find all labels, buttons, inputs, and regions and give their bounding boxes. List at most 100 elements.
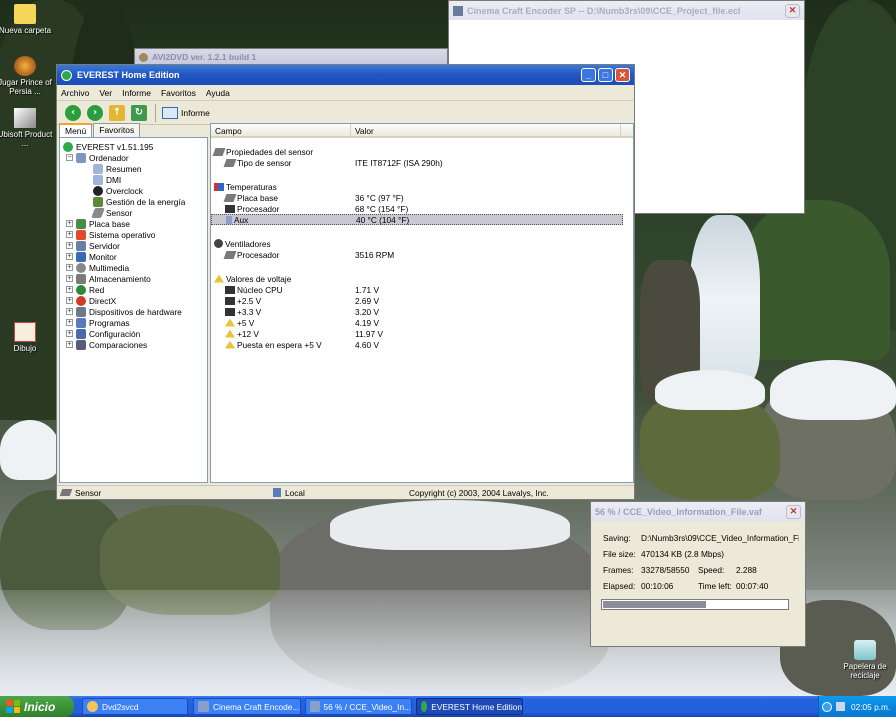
tree-item-comparaciones[interactable]: + Comparaciones xyxy=(66,339,147,350)
desktop-icon-prince-of-persia[interactable]: Jugar Prince of Persia ... xyxy=(0,56,54,96)
thermometer-icon xyxy=(214,182,224,191)
everest-icon xyxy=(63,141,73,152)
cce-close-button[interactable]: ✕ xyxy=(785,3,800,18)
expand-icon[interactable]: + xyxy=(66,286,73,293)
forward-icon[interactable]: › xyxy=(87,104,103,121)
tree-item-servidor[interactable]: + Servidor xyxy=(66,240,120,251)
tree-item-multimedia[interactable]: + Multimedia xyxy=(66,262,129,273)
voltage-warning-icon xyxy=(225,329,235,338)
expand-icon[interactable]: + xyxy=(66,253,73,260)
everest-icon xyxy=(421,701,428,712)
expand-icon[interactable]: + xyxy=(66,231,73,238)
desktop-icon-dibujo[interactable]: Dibujo xyxy=(0,322,54,353)
menu-ver[interactable]: Ver xyxy=(99,88,112,98)
tree-item-root[interactable]: EVEREST v1.51.195 xyxy=(63,141,153,152)
tree-item-dispositivos[interactable]: + Dispositivos de hardware xyxy=(66,306,182,317)
tree-view[interactable]: EVEREST v1.51.195 − Ordenador Resumen DM… xyxy=(59,137,208,483)
menu-informe[interactable]: Informe xyxy=(122,88,151,98)
taskbar-button-progress[interactable]: 56 % / CCE_Video_In... xyxy=(305,698,412,715)
cpu-icon xyxy=(223,250,237,259)
statusbar: Sensor Local Copyright (c) 2003, 2004 La… xyxy=(57,485,634,499)
minimize-button[interactable]: _ xyxy=(581,68,596,82)
encode-progress-window[interactable]: 56 % / CCE_Video_Information_File.vaf ✕ … xyxy=(590,501,806,647)
folder-icon xyxy=(14,4,36,24)
avi2dvd-app-icon xyxy=(139,52,148,62)
desktop-icon-recycle-bin[interactable]: Papelera de reciclaje xyxy=(836,640,894,680)
tree-item-monitor[interactable]: + Monitor xyxy=(66,251,117,262)
menu-archivo[interactable]: Archivo xyxy=(61,88,89,98)
column-valor[interactable]: Valor xyxy=(351,124,621,136)
cce-titlebar[interactable]: Cinema Craft Encoder SP -- D:\Numb3rs\09… xyxy=(449,1,804,20)
taskbar-button-dvd2svcd[interactable]: Dvd2svcd xyxy=(82,698,188,715)
clock[interactable]: 02:05 p.m. xyxy=(851,702,890,712)
tree-item-red[interactable]: + Red xyxy=(66,284,104,295)
progress-titlebar[interactable]: 56 % / CCE_Video_Information_File.vaf ✕ xyxy=(591,502,805,521)
tree-item-sistema-operativo[interactable]: + Sistema operativo xyxy=(66,229,155,240)
everest-titlebar[interactable]: EVEREST Home Edition _ □ ✕ xyxy=(57,65,634,85)
details-pane[interactable]: Campo Valor Propiedades del sensor Tipo … xyxy=(210,123,634,483)
maximize-button[interactable]: □ xyxy=(598,68,613,82)
up-icon[interactable]: ↑ xyxy=(109,104,125,121)
tree-item-resumen[interactable]: Resumen xyxy=(93,163,142,174)
status-location: Local xyxy=(273,488,305,498)
tree-item-gestion-energia[interactable]: Gestión de la energía xyxy=(93,196,185,207)
expand-icon[interactable]: + xyxy=(66,275,73,282)
tab-favoritos[interactable]: Favoritos xyxy=(93,123,141,137)
tree-item-dmi[interactable]: DMI xyxy=(93,174,121,185)
tab-menu[interactable]: Menú xyxy=(59,123,93,137)
tree-item-programas[interactable]: + Programas xyxy=(66,317,130,328)
back-icon[interactable]: ‹ xyxy=(65,104,81,121)
tree-item-ordenador[interactable]: − Ordenador xyxy=(66,152,129,163)
progress-close-button[interactable]: ✕ xyxy=(786,504,801,519)
expand-icon[interactable]: + xyxy=(66,308,73,315)
status-copyright: Copyright (c) 2003, 2004 Lavalys, Inc. xyxy=(409,487,549,498)
filesize-label: File size: xyxy=(603,549,636,559)
start-button[interactable]: Inicio xyxy=(0,696,74,717)
tree-item-almacenamiento[interactable]: + Almacenamiento xyxy=(66,273,151,284)
cce-title: Cinema Craft Encoder SP -- D:\Numb3rs\09… xyxy=(467,5,741,16)
tree-item-directx[interactable]: + DirectX xyxy=(66,295,116,306)
taskbar-button-cce[interactable]: Cinema Craft Encode... xyxy=(193,698,301,715)
expand-icon[interactable]: + xyxy=(66,264,73,271)
expand-icon[interactable]: + xyxy=(66,319,73,326)
power-icon xyxy=(93,196,103,207)
game-icon xyxy=(14,56,36,76)
refresh-icon[interactable]: ↻ xyxy=(131,104,147,121)
tree-item-overclock[interactable]: Overclock xyxy=(93,185,143,196)
expand-icon[interactable]: + xyxy=(66,297,73,304)
expand-icon[interactable]: + xyxy=(66,341,73,348)
frames-value: 33278/58550 xyxy=(641,565,690,575)
network-icon xyxy=(76,284,86,295)
collapse-icon[interactable]: − xyxy=(66,154,73,161)
taskbar-button-everest[interactable]: EVEREST Home Edition xyxy=(416,698,523,715)
volume-icon[interactable] xyxy=(836,702,845,711)
dvd2svcd-icon xyxy=(87,701,98,712)
close-button[interactable]: ✕ xyxy=(615,68,630,82)
avi2dvd-titlebar[interactable]: AVI2DVD ver. 1.2.1 build 1 xyxy=(135,49,447,65)
everest-window[interactable]: EVEREST Home Edition _ □ ✕ Archivo Ver I… xyxy=(56,64,635,500)
navigation-pane: Menú Favoritos EVEREST v1.51.195 − Orden… xyxy=(59,123,208,483)
expand-icon[interactable]: + xyxy=(66,220,73,227)
expand-icon[interactable]: + xyxy=(66,242,73,249)
motherboard-icon xyxy=(223,193,237,202)
system-tray: 02:05 p.m. xyxy=(818,696,896,717)
column-campo[interactable]: Campo xyxy=(211,124,351,136)
status-section: Sensor xyxy=(59,488,101,498)
tray-arrow-icon[interactable] xyxy=(822,701,832,712)
avi2dvd-title: AVI2DVD ver. 1.2.1 build 1 xyxy=(152,52,257,62)
filesize-value: 470134 KB (2.8 Mbps) xyxy=(641,549,725,559)
expand-icon[interactable]: + xyxy=(66,330,73,337)
timeleft-label: Time left: xyxy=(698,581,732,591)
menu-ayuda[interactable]: Ayuda xyxy=(206,88,230,98)
cce-app-icon xyxy=(453,5,463,16)
tree-item-placa-base[interactable]: + Placa base xyxy=(66,218,130,229)
toolbar: ‹ › ↑ ↻ Informe xyxy=(57,101,634,125)
tree-item-configuracion[interactable]: + Configuración xyxy=(66,328,140,339)
desktop-icon-ubisoft[interactable]: Ubisoft Product ... xyxy=(0,108,54,148)
desktop-icon-nueva-carpeta[interactable]: Nueva carpeta xyxy=(0,4,54,35)
saving-label: Saving: xyxy=(603,533,631,543)
tree-item-sensor[interactable]: Sensor xyxy=(91,207,132,218)
table-row-selected[interactable]: Aux 40 °C (104 °F) xyxy=(211,214,623,225)
menu-favoritos[interactable]: Favoritos xyxy=(161,88,196,98)
report-button[interactable]: Informe xyxy=(162,106,210,119)
